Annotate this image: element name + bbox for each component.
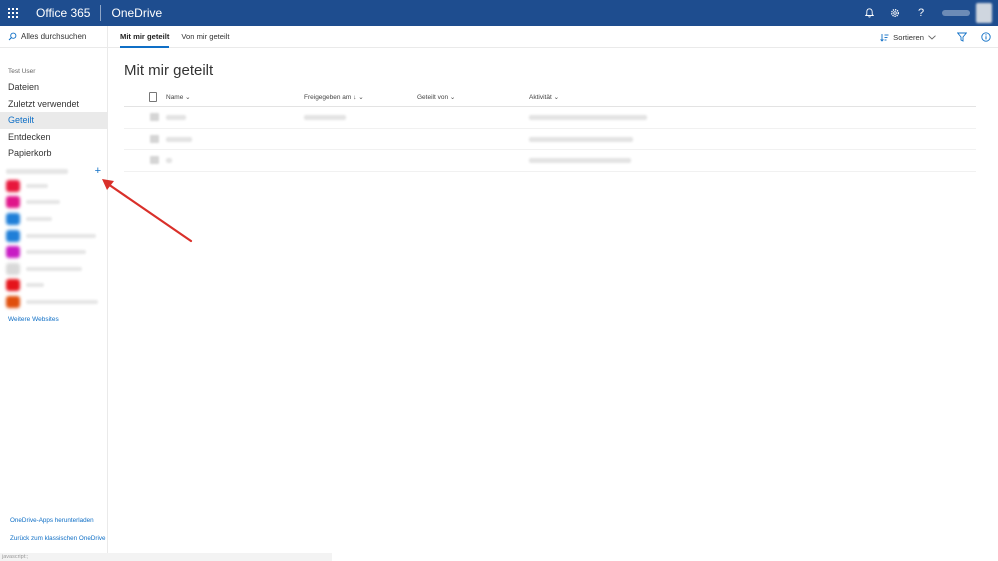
nav-item-papierkorb[interactable]: Papierkorb	[0, 145, 107, 162]
account-button[interactable]	[934, 0, 998, 26]
site-tile	[6, 295, 20, 308]
site-tile	[6, 279, 20, 292]
classic-onedrive-link[interactable]: Zurück zum klassischen OneDrive	[10, 535, 106, 543]
site-name-redacted	[26, 216, 52, 221]
nav-item-zuletzt-verwendet[interactable]: Zuletzt verwendet	[0, 96, 107, 113]
more-sites-link[interactable]: Weitere Websites	[0, 316, 107, 323]
app-title[interactable]: OneDrive	[101, 6, 172, 20]
filter-button[interactable]	[950, 26, 974, 48]
page-title: Mit mir geteilt	[124, 62, 214, 79]
site-name-redacted	[26, 299, 98, 304]
notifications-button[interactable]	[856, 0, 882, 26]
file-name-redacted	[166, 136, 192, 142]
chevron-down-icon	[928, 34, 936, 40]
command-bar: Mit mir geteilt Von mir geteilt Sortiere…	[108, 26, 998, 48]
site-tile	[6, 262, 20, 275]
column-freigegeben-am[interactable]: Freigegeben am ↓ ⌄	[304, 93, 364, 101]
add-site-button[interactable]: +	[95, 166, 101, 177]
activity-redacted	[529, 158, 631, 163]
file-name-redacted	[166, 158, 172, 163]
nav-user-name: Test User	[8, 68, 36, 75]
site-item[interactable]	[0, 211, 107, 228]
shared-date-redacted	[304, 115, 346, 120]
site-name-redacted	[26, 183, 48, 188]
user-name-redacted	[942, 10, 970, 16]
suite-icons: ?	[856, 0, 998, 26]
file-name-redacted	[166, 115, 186, 120]
nav-bottom-links: OneDrive-Apps herunterladen Zurück zum k…	[10, 517, 106, 553]
search-placeholder: Alles durchsuchen	[21, 32, 87, 41]
info-icon	[981, 32, 991, 42]
download-apps-link[interactable]: OneDrive-Apps herunterladen	[10, 517, 106, 525]
nav-item-geteilt[interactable]: Geteilt	[0, 112, 107, 129]
sort-icon	[880, 33, 889, 42]
browser-status-bar: javascript:;	[0, 553, 332, 561]
site-tile	[6, 212, 20, 225]
site-item[interactable]	[0, 227, 107, 244]
site-tile	[6, 229, 20, 242]
column-name[interactable]: Name ⌄	[166, 93, 191, 101]
sort-label: Sortieren	[893, 32, 924, 42]
table-row[interactable]	[124, 107, 976, 129]
column-aktivitaet-label: Aktivität	[529, 94, 552, 101]
command-bar-right: Sortieren	[880, 26, 998, 48]
site-tile	[6, 246, 20, 259]
tab-mit-mir-geteilt[interactable]: Mit mir geteilt	[120, 26, 170, 48]
activity-redacted	[529, 136, 633, 142]
search-box[interactable]: Alles durchsuchen	[0, 26, 107, 48]
column-freigegeben-label: Freigegeben am	[304, 94, 352, 101]
site-name-redacted	[26, 266, 82, 271]
avatar	[976, 3, 992, 23]
office-365-link[interactable]: Office 365	[26, 6, 100, 20]
bell-icon	[864, 8, 874, 18]
activity-redacted	[529, 115, 647, 120]
sort-button[interactable]: Sortieren	[880, 33, 936, 42]
site-tile	[6, 196, 20, 209]
help-icon: ?	[917, 7, 925, 19]
nav-item-dateien[interactable]: Dateien	[0, 79, 107, 96]
site-item[interactable]	[0, 178, 107, 195]
search-icon	[8, 32, 17, 41]
waffle-icon	[8, 8, 18, 18]
tab-von-mir-geteilt[interactable]: Von mir geteilt	[181, 26, 229, 48]
site-item[interactable]	[0, 244, 107, 261]
settings-button[interactable]	[882, 0, 908, 26]
column-aktivitaet[interactable]: Aktivität ⌄	[529, 93, 559, 101]
file-type-icon[interactable]	[149, 92, 157, 102]
table-row[interactable]	[124, 150, 976, 172]
site-tile	[6, 179, 20, 192]
nav-item-entdecken[interactable]: Entdecken	[0, 129, 107, 146]
folder-icon	[150, 113, 159, 121]
gear-icon	[891, 9, 899, 17]
app-launcher-button[interactable]	[0, 0, 26, 26]
info-button[interactable]	[974, 26, 998, 48]
site-item[interactable]	[0, 294, 107, 311]
site-item[interactable]	[0, 277, 107, 294]
site-name-redacted	[26, 283, 44, 288]
table-row[interactable]	[124, 129, 976, 150]
column-geteilt-label: Geteilt von	[417, 94, 449, 101]
site-name-redacted	[26, 200, 60, 205]
column-name-label: Name	[166, 94, 184, 101]
column-geteilt-von[interactable]: Geteilt von ⌄	[417, 93, 455, 101]
site-item[interactable]	[0, 260, 107, 277]
filter-icon	[957, 32, 967, 42]
site-name-redacted	[26, 250, 86, 255]
sort-indicator: ↓	[353, 94, 357, 101]
folder-icon	[150, 134, 159, 143]
sites-heading-redacted	[6, 169, 68, 174]
folder-icon	[150, 156, 159, 164]
sites-section-header: +	[0, 166, 107, 178]
left-nav: Alles durchsuchen Test User Dateien Zule…	[0, 26, 108, 561]
main-content: Mit mir geteilt Name ⌄ Freigegeben am ↓ …	[124, 48, 976, 172]
list-header: Name ⌄ Freigegeben am ↓ ⌄ Geteilt von ⌄ …	[124, 89, 976, 107]
site-name-redacted	[26, 233, 96, 238]
site-item[interactable]	[0, 194, 107, 211]
suite-bar: Office 365 OneDrive ?	[0, 0, 998, 26]
help-button[interactable]: ?	[908, 0, 934, 26]
